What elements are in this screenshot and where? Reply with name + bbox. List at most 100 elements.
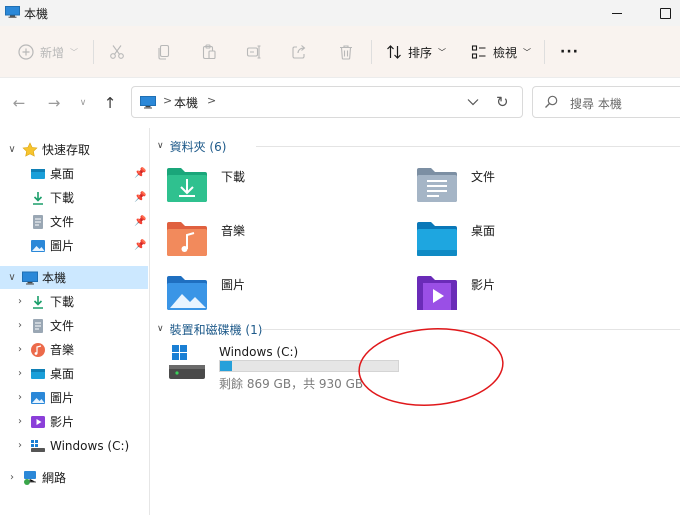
drive-tile-c[interactable]: Windows (C:) 剩餘 869 GB，共 930 GB bbox=[167, 339, 427, 395]
sidebar-item-network[interactable]: › 網路 bbox=[0, 466, 148, 489]
sidebar-item-documents[interactable]: › 文件 bbox=[0, 314, 148, 337]
chevron-right-icon[interactable]: › bbox=[15, 416, 25, 427]
back-arrow-icon[interactable]: ← bbox=[9, 93, 29, 113]
cut-button[interactable] bbox=[109, 40, 125, 64]
download-icon bbox=[33, 191, 43, 205]
chevron-right-icon[interactable]: › bbox=[15, 392, 25, 403]
new-label: 新增 bbox=[40, 45, 65, 60]
rename-button[interactable] bbox=[246, 40, 262, 64]
sidebar-item-quick-documents[interactable]: 文件 📌 bbox=[0, 210, 148, 233]
devices-group-header[interactable]: ∨ 裝置和磁碟機 (1) bbox=[157, 320, 262, 338]
this-pc-icon bbox=[22, 271, 38, 284]
desktop-folder-icon bbox=[31, 168, 45, 179]
chevron-down-icon[interactable]: ∨ bbox=[7, 144, 17, 155]
separator bbox=[371, 40, 372, 64]
refresh-icon[interactable]: ↻ bbox=[496, 93, 509, 111]
up-arrow-icon[interactable]: ↑ bbox=[100, 93, 120, 113]
sidebar-item-drive-c[interactable]: › Windows (C:) bbox=[0, 434, 148, 457]
search-box[interactable]: 搜尋 本機 bbox=[532, 86, 680, 118]
folder-tile-music[interactable]: 音樂 bbox=[151, 216, 381, 260]
search-icon bbox=[545, 95, 558, 108]
folder-tile-documents[interactable]: 文件 bbox=[401, 162, 631, 206]
separator bbox=[544, 40, 545, 64]
music-folder-icon bbox=[167, 222, 207, 256]
document-icon bbox=[33, 214, 43, 229]
sidebar-item-quick-access[interactable]: ∨ 快速存取 bbox=[0, 138, 148, 161]
chevron-down-icon[interactable]: ∨ bbox=[157, 324, 164, 334]
folder-tile-downloads[interactable]: 下載 bbox=[151, 162, 381, 206]
forward-arrow-icon[interactable]: → bbox=[44, 93, 64, 113]
this-pc-icon bbox=[5, 6, 20, 18]
network-icon bbox=[24, 470, 36, 485]
maximize-button[interactable] bbox=[650, 2, 680, 24]
pin-icon[interactable]: 📌 bbox=[134, 240, 146, 251]
sidebar-item-pictures[interactable]: › 圖片 bbox=[0, 386, 148, 409]
chevron-right-icon[interactable]: › bbox=[15, 344, 25, 355]
address-bar[interactable]: > 本機 > ↻ bbox=[131, 86, 523, 118]
sidebar-item-label: 快速存取 bbox=[42, 143, 91, 157]
sidebar-item-quick-downloads[interactable]: 下載 📌 bbox=[0, 186, 148, 209]
sidebar-item-quick-pictures[interactable]: 圖片 📌 bbox=[0, 234, 148, 257]
document-icon bbox=[33, 318, 43, 333]
paste-button[interactable] bbox=[201, 40, 217, 64]
view-button[interactable]: 檢視 ﹀ bbox=[471, 40, 531, 64]
sidebar-item-music[interactable]: › 音樂 bbox=[0, 338, 148, 361]
sidebar-item-label: 桌面 bbox=[50, 367, 75, 381]
folder-name: 下載 bbox=[221, 170, 246, 184]
chevron-right-icon[interactable]: › bbox=[15, 368, 25, 379]
sidebar-item-desktop[interactable]: › 桌面 bbox=[0, 362, 148, 385]
command-bar: 新增 ﹀ 排序 ﹀ 檢視 ﹀ ··· bbox=[0, 26, 680, 78]
chevron-right-icon[interactable]: > bbox=[207, 94, 216, 107]
sidebar-item-this-pc[interactable]: ∨ 本機 bbox=[0, 266, 148, 289]
sidebar-item-label: 本機 bbox=[42, 271, 67, 285]
search-input[interactable]: 搜尋 本機 bbox=[570, 95, 622, 112]
chevron-right-icon[interactable]: › bbox=[15, 296, 25, 307]
this-pc-icon bbox=[140, 96, 156, 109]
more-options-button[interactable]: ··· bbox=[560, 40, 579, 64]
chevron-down-icon[interactable] bbox=[466, 95, 480, 109]
sidebar-item-quick-desktop[interactable]: 桌面 📌 bbox=[0, 162, 148, 185]
folders-group-header[interactable]: ∨ 資料夾 (6) bbox=[157, 137, 226, 155]
pin-icon[interactable]: 📌 bbox=[134, 216, 146, 227]
clipboard-icon bbox=[202, 44, 216, 60]
sidebar-item-videos[interactable]: › 影片 bbox=[0, 410, 148, 433]
chevron-down-icon: ﹀ bbox=[438, 47, 447, 57]
chevron-down-icon[interactable]: ∨ bbox=[157, 141, 164, 151]
breadcrumb-this-pc[interactable]: 本機 bbox=[174, 94, 198, 111]
recent-locations-chevron-icon[interactable]: ∨ bbox=[73, 93, 93, 113]
folder-tile-desktop[interactable]: 桌面 bbox=[401, 216, 631, 260]
chevron-right-icon[interactable]: › bbox=[15, 320, 25, 331]
new-button[interactable]: 新增 ﹀ bbox=[18, 40, 78, 64]
pictures-icon bbox=[31, 391, 45, 404]
download-icon bbox=[33, 295, 43, 309]
view-list-icon bbox=[471, 45, 486, 59]
trash-icon bbox=[340, 45, 352, 60]
drive-icon bbox=[31, 439, 45, 452]
folder-name: 文件 bbox=[471, 170, 496, 184]
sort-button[interactable]: 排序 ﹀ bbox=[386, 40, 446, 64]
folder-name: 圖片 bbox=[221, 278, 246, 292]
delete-button[interactable] bbox=[338, 40, 354, 64]
pin-icon[interactable]: 📌 bbox=[134, 168, 146, 179]
pin-icon[interactable]: 📌 bbox=[134, 192, 146, 203]
folder-name: 影片 bbox=[471, 278, 496, 292]
devices-group-title: 裝置和磁碟機 (1) bbox=[169, 322, 263, 337]
view-label: 檢視 bbox=[493, 45, 518, 60]
title-bar: 本機 bbox=[0, 0, 680, 26]
chevron-right-icon[interactable]: › bbox=[15, 440, 25, 451]
folder-tile-videos[interactable]: 影片 bbox=[401, 270, 631, 314]
folder-tile-pictures[interactable]: 圖片 bbox=[151, 270, 381, 314]
chevron-down-icon[interactable]: ∨ bbox=[7, 272, 17, 283]
drive-name: Windows (C:) bbox=[219, 345, 299, 359]
sidebar-item-label: 下載 bbox=[50, 295, 75, 309]
chevron-right-icon[interactable]: › bbox=[7, 472, 17, 483]
minimize-button[interactable] bbox=[602, 2, 632, 24]
chevron-right-icon: > bbox=[163, 94, 173, 107]
share-icon bbox=[292, 45, 306, 59]
share-button[interactable] bbox=[291, 40, 307, 64]
copy-button[interactable] bbox=[156, 40, 172, 64]
plus-circle-icon bbox=[18, 44, 34, 60]
sidebar-item-downloads[interactable]: › 下載 bbox=[0, 290, 148, 313]
documents-folder-icon bbox=[417, 168, 457, 202]
folder-name: 音樂 bbox=[221, 224, 246, 238]
